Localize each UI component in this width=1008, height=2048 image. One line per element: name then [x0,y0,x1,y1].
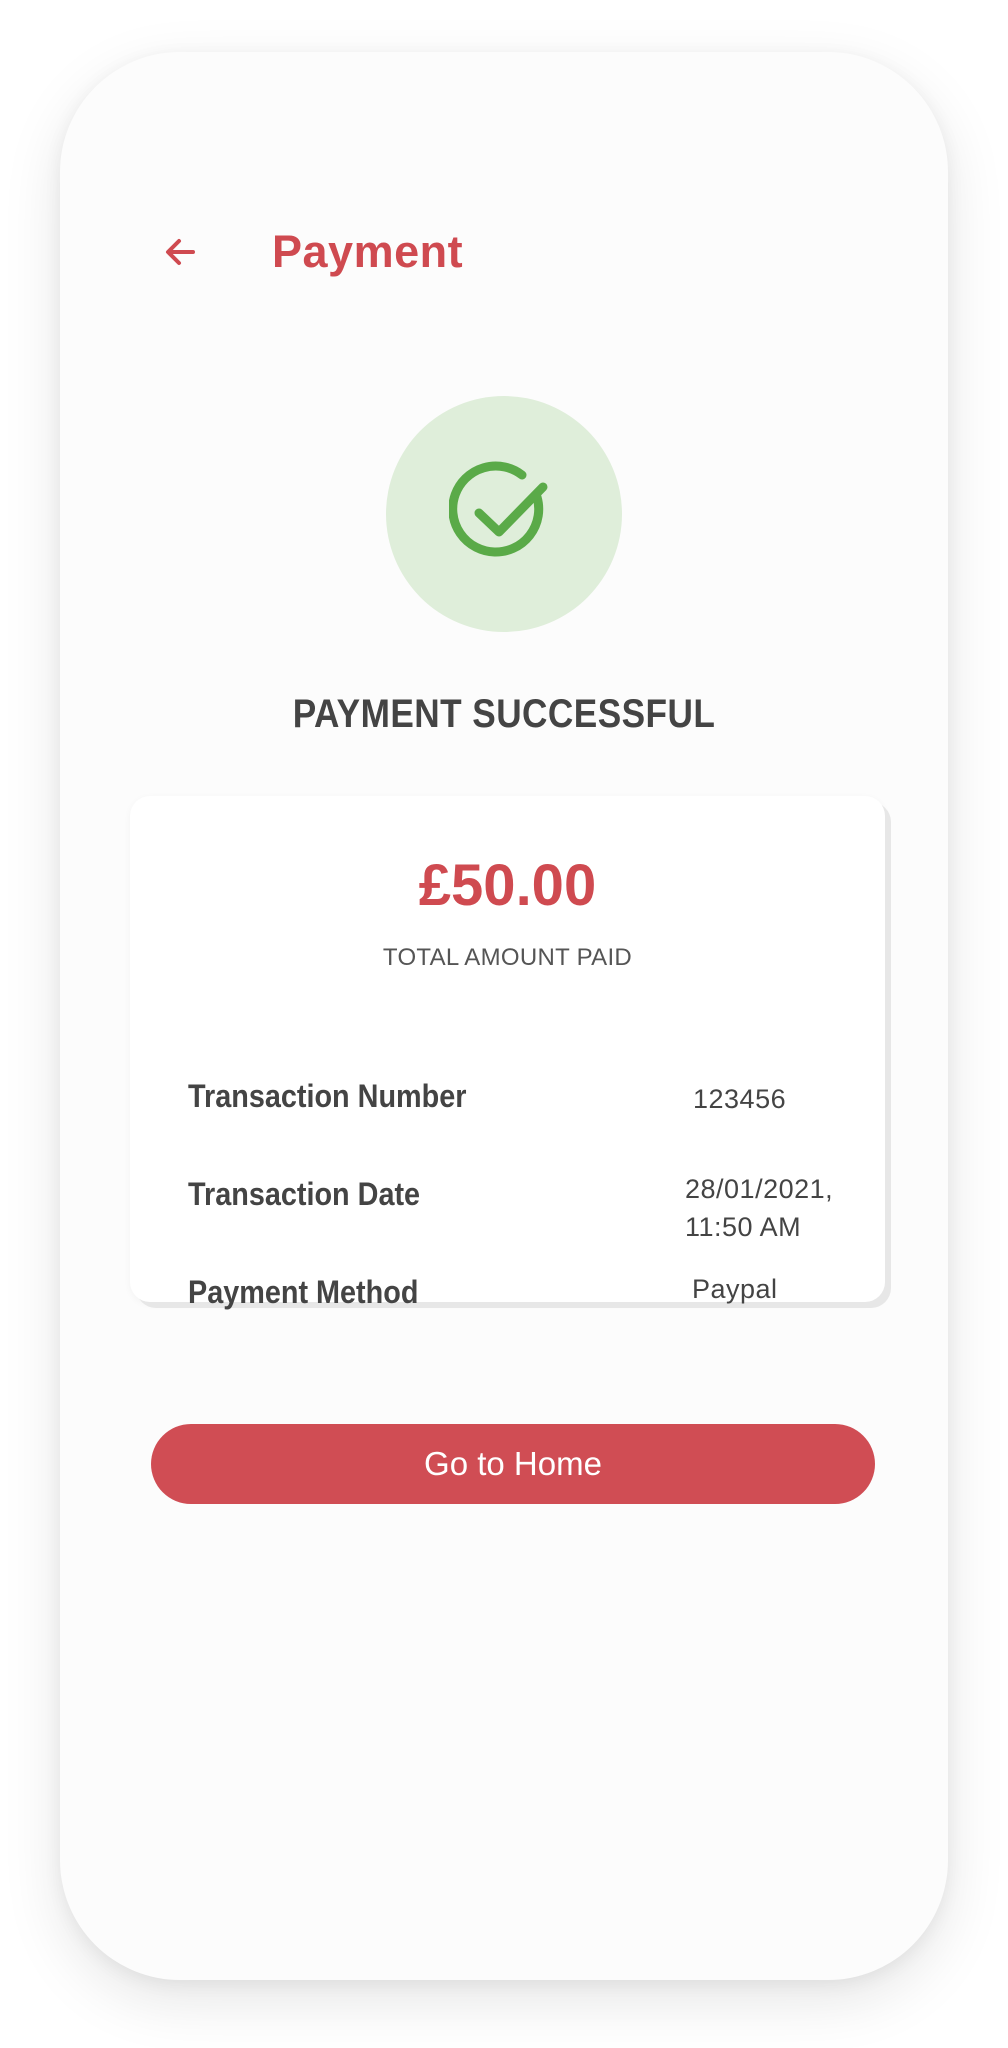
total-amount: £50.00 [418,853,597,918]
payment-status-title: PAYMENT SUCCESSFUL [292,692,716,736]
transaction-date-label: Transaction Date [188,1176,421,1212]
check-circle-icon [449,461,548,557]
transaction-number-label: Transaction Number [188,1078,467,1114]
transaction-date-value: 28/01/2021, 11:50 AM [685,1170,833,1246]
transaction-time-line: 11:50 AM [685,1212,802,1242]
payment-summary-card: £50.00 TOTAL AMOUNT PAID Transaction Num… [130,796,885,1310]
transaction-date-line: 28/01/2021, [685,1174,834,1204]
payment-method-label: Payment Method [188,1274,419,1310]
arrow-left-icon [166,239,195,265]
page-title: Payment [272,226,464,277]
payment-method-value: Paypal [692,1274,778,1304]
back-button[interactable] [152,224,208,280]
success-badge [386,396,622,632]
total-amount-label: TOTAL AMOUNT PAID [382,944,633,971]
phone-screen: Payment PAYMENT SUCCESSFUL £50.00 TOTAL … [60,52,948,1980]
transaction-number-value: 123456 [693,1084,787,1114]
go-to-home-button[interactable]: Go to Home [151,1424,875,1504]
app-header: Payment [152,212,463,292]
